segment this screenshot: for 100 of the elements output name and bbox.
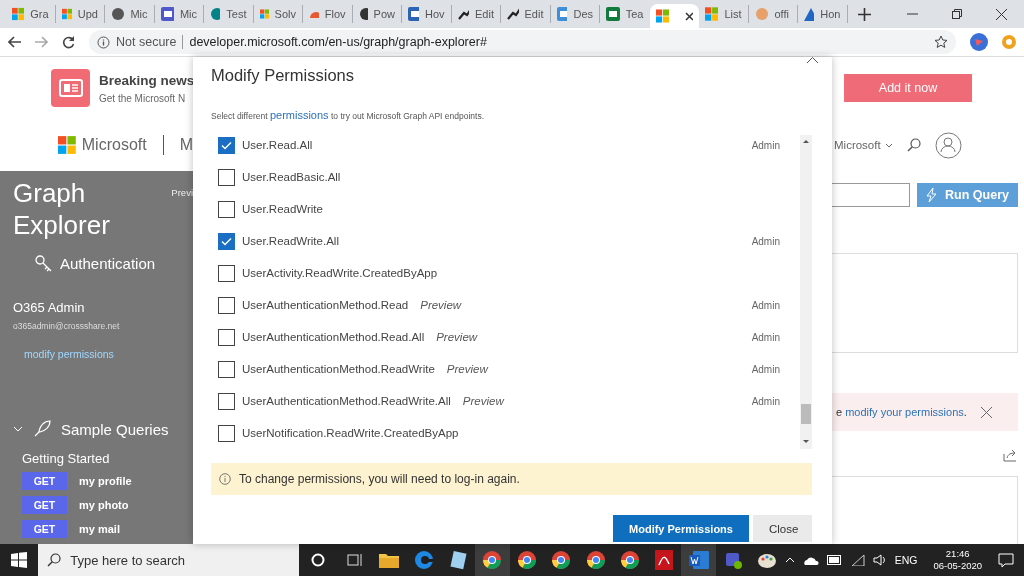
- preview-tag: Preview: [420, 299, 462, 311]
- admin-consent-label: Admin: [751, 395, 780, 407]
- browser-tab[interactable]: List: [699, 5, 749, 23]
- restore-icon[interactable]: [952, 9, 962, 19]
- admin-consent-label: Admin: [751, 139, 780, 151]
- notepad-icon[interactable]: [447, 550, 468, 570]
- authentication-item[interactable]: Authentication: [35, 255, 193, 272]
- cloud-icon[interactable]: [802, 555, 819, 565]
- notification-icon[interactable]: [998, 552, 1015, 568]
- browser-tab[interactable]: Pow: [352, 5, 402, 23]
- search-icon: [47, 553, 62, 567]
- banner-subtitle: Get the Microsoft N: [99, 92, 187, 104]
- group-heading: Getting Started: [22, 451, 111, 466]
- microsoft-logo-icon: [58, 136, 76, 154]
- checkbox[interactable]: [218, 264, 235, 282]
- chrome-icon[interactable]: [585, 550, 606, 570]
- close-button[interactable]: Close: [753, 515, 812, 542]
- search-icon[interactable]: [906, 138, 921, 152]
- key-icon: [35, 255, 52, 272]
- info-icon: [219, 473, 231, 485]
- address-bar[interactable]: Not secure developer.microsoft.com/en-us/graph/graph-explorer#: [89, 30, 956, 54]
- preview-tag: Preview: [462, 395, 504, 407]
- browser-tab[interactable]: Des: [550, 5, 600, 23]
- method-badge[interactable]: GET: [22, 496, 67, 514]
- word-icon[interactable]: [688, 551, 709, 569]
- windows-logo-icon: [259, 7, 269, 21]
- query-label[interactable]: my mail: [79, 523, 120, 535]
- preview-tag: Preview: [436, 331, 478, 343]
- method-badge[interactable]: GET: [22, 520, 67, 538]
- share-icon[interactable]: [1003, 449, 1018, 462]
- browser-tab[interactable]: Upd: [55, 5, 105, 23]
- chevron-up-icon[interactable]: [784, 557, 795, 563]
- query-label[interactable]: my photo: [79, 499, 129, 511]
- browser-tab[interactable]: Edit: [451, 5, 501, 23]
- user-email: o365admin@crossshare.net: [13, 321, 121, 331]
- browser-tab[interactable]: Gra: [6, 5, 56, 23]
- permission-name: UserAuthenticationMethod.Read: [242, 299, 409, 311]
- folder-icon[interactable]: [379, 552, 400, 568]
- battery-icon[interactable]: [826, 555, 843, 565]
- browser-tab[interactable]: Solv: [253, 5, 303, 23]
- volume-icon[interactable]: [872, 554, 887, 566]
- checkbox[interactable]: [218, 136, 235, 154]
- browser-tab[interactable]: Test: [204, 5, 254, 23]
- permissions-link[interactable]: permissions: [269, 109, 329, 121]
- wifi-icon[interactable]: [850, 554, 865, 566]
- modify-permissions-link[interactable]: modify your permissions: [845, 406, 964, 418]
- reload-icon[interactable]: [62, 35, 75, 49]
- checkbox[interactable]: [218, 360, 235, 378]
- windows-logo-icon: [61, 7, 72, 21]
- back-icon[interactable]: [8, 36, 21, 48]
- modify-permissions-link[interactable]: modify permissions: [24, 348, 193, 360]
- browser-tab[interactable]: Mic: [154, 5, 204, 23]
- browser-tab[interactable]: Hov: [402, 5, 452, 23]
- taskbar-search-field[interactable]: Type here to search: [38, 544, 300, 576]
- browser-tab[interactable]: Hon: [798, 5, 848, 23]
- dialog-title: Modify Permissions: [211, 66, 356, 85]
- plus-icon[interactable]: [858, 7, 871, 21]
- teams-icon[interactable]: [723, 550, 744, 570]
- checkbox[interactable]: [218, 424, 235, 442]
- section-heading: Sample Queries: [61, 420, 169, 438]
- windows-logo-icon: [705, 7, 719, 21]
- method-badge[interactable]: GET: [22, 472, 67, 490]
- chevron-down-icon[interactable]: [884, 142, 893, 148]
- scrollbar[interactable]: [800, 135, 812, 449]
- chrome-icon[interactable]: [482, 550, 503, 570]
- browser-tab[interactable]: [649, 4, 699, 28]
- checkbox[interactable]: [218, 296, 235, 314]
- checkbox[interactable]: [218, 168, 235, 186]
- star-icon[interactable]: [934, 35, 948, 49]
- browser-tab[interactable]: Flov: [303, 5, 353, 23]
- pdf-icon[interactable]: [655, 550, 674, 570]
- permission-name: UserAuthenticationMethod.ReadWrite: [242, 363, 435, 375]
- checkbox[interactable]: [218, 232, 235, 250]
- windows-start-icon[interactable]: [11, 552, 28, 568]
- checkbox[interactable]: [218, 328, 235, 346]
- browser-tab[interactable]: offi: [748, 5, 798, 23]
- clock[interactable]: 21:46 06-05-2020: [933, 548, 983, 572]
- microsoft-menu[interactable]: Microsoft: [834, 139, 881, 151]
- windows-logo-icon: [655, 9, 669, 23]
- url-text: developer.microsoft.com/en-us/graph/graph-explorer#: [189, 35, 487, 49]
- query-label[interactable]: my profile: [79, 475, 132, 487]
- browser-tab[interactable]: Tea: [600, 5, 650, 23]
- avatar-icon[interactable]: [970, 33, 988, 51]
- windows-logo-icon: [12, 7, 25, 21]
- user-icon[interactable]: [934, 131, 962, 159]
- checkbox[interactable]: [218, 200, 235, 218]
- browser-tab[interactable]: Edit: [501, 5, 551, 23]
- checkbox[interactable]: [218, 392, 235, 410]
- chrome-icon[interactable]: [619, 550, 640, 570]
- browser-tab[interactable]: Mic: [105, 5, 155, 23]
- browser-icon[interactable]: [413, 550, 434, 570]
- chevron-icon[interactable]: [13, 426, 23, 432]
- chrome-icon[interactable]: [516, 550, 537, 570]
- notice-text: e modify your permissions.: [836, 406, 967, 418]
- chrome-icon[interactable]: [551, 550, 572, 570]
- permission-name: UserNotification.ReadWrite.CreatedByApp: [242, 427, 459, 439]
- language-indicator[interactable]: ENG: [894, 554, 918, 566]
- info-icon[interactable]: [97, 35, 110, 49]
- modify-permissions-button[interactable]: Modify Permissions: [613, 515, 749, 542]
- brand-name: Microsoft: [81, 136, 147, 154]
